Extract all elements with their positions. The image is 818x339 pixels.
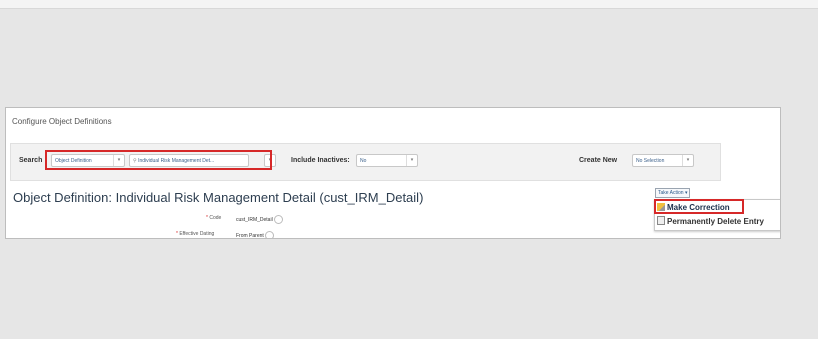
object-definition-title: Object Definition: Individual Risk Manag…	[13, 190, 424, 205]
take-action-button[interactable]: Take Action ▾	[655, 188, 691, 198]
help-icon[interactable]	[264, 231, 274, 238]
top-strip	[0, 0, 818, 9]
panel-title: Configure Object Definitions	[12, 117, 112, 126]
required-marker: *	[176, 231, 178, 237]
chevron-down-icon: ▾	[682, 155, 693, 166]
effective-dating-value: From Parent	[236, 231, 274, 238]
required-marker: *	[206, 215, 208, 221]
include-inactives-select[interactable]: No ▾	[356, 154, 418, 167]
search-label: Search	[19, 157, 43, 164]
code-field-label: * Code	[206, 215, 222, 221]
effective-dating-label: * Effective Dating	[176, 231, 215, 237]
include-inactives-value: No	[360, 158, 367, 164]
menu-item-permanently-delete-entry[interactable]: Permanently Delete Entry	[657, 216, 764, 228]
make-correction-highlight-box	[654, 199, 744, 214]
create-new-label: Create New	[579, 157, 618, 164]
search-bar: Search Object Definition ▾ ⚲ Individual …	[10, 143, 721, 181]
include-inactives-label: Include Inactives:	[291, 157, 350, 164]
create-new-value: No Selection	[636, 158, 665, 164]
delete-icon	[657, 216, 665, 225]
take-action-menu: Make Correction Permanently Delete Entry	[654, 199, 780, 231]
create-new-select[interactable]: No Selection ▾	[632, 154, 694, 167]
search-highlight-box	[45, 150, 272, 170]
chevron-down-icon: ▾	[406, 155, 417, 166]
code-field-value: cust_IRM_Detail	[236, 215, 283, 224]
help-icon[interactable]	[273, 215, 283, 224]
configure-object-panel: Configure Object Definitions Search Obje…	[5, 107, 781, 239]
